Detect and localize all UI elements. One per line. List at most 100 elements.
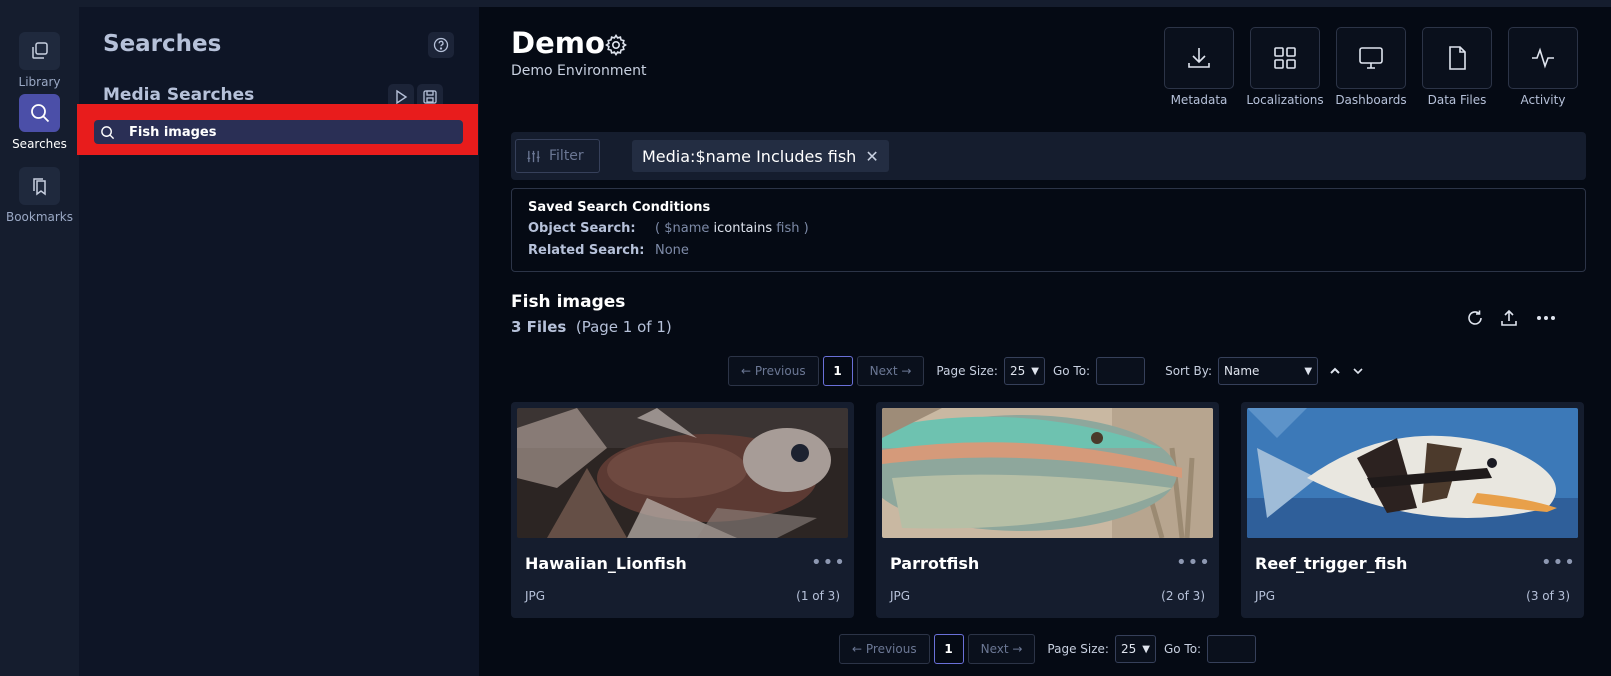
sort-label: Sort By: (1165, 364, 1213, 378)
dashboards-label: Dashboards (1335, 93, 1407, 107)
sort-descending-icon[interactable] (1351, 364, 1365, 378)
page-title: Demo (511, 26, 605, 60)
rail-item-searches[interactable]: Searches (0, 94, 79, 151)
goto-label: Go To: (1163, 642, 1202, 656)
search-item-label: Fish images (129, 124, 217, 140)
search-icon (101, 125, 115, 139)
filter-bar: Filter Media:$name Includes fish ✕ (511, 132, 1586, 180)
dashboards-button[interactable] (1336, 27, 1406, 89)
download-icon (1188, 48, 1210, 68)
previous-button[interactable]: ← Previous (839, 634, 930, 664)
metadata-label: Metadata (1170, 93, 1228, 107)
related-search-value: None (655, 243, 689, 258)
page-number[interactable]: 1 (933, 634, 964, 664)
activity-label: Activity (1520, 93, 1566, 107)
card-position: (2 of 3) (1161, 589, 1205, 603)
card-type: JPG (525, 589, 546, 603)
next-button[interactable]: Next → (856, 356, 925, 386)
refresh-icon (1468, 310, 1482, 325)
next-button[interactable]: Next → (967, 634, 1036, 664)
card-position: (1 of 3) (796, 589, 840, 603)
parrotfish-thumbnail[interactable] (882, 408, 1213, 538)
goto-label: Go To: (1052, 364, 1091, 378)
page-number[interactable]: 1 (822, 356, 853, 386)
save-icon (423, 90, 437, 104)
more-icon[interactable]: ••• (1176, 552, 1211, 573)
upload-icon (1501, 309, 1517, 326)
refresh-button[interactable] (1463, 306, 1487, 330)
help-button[interactable] (428, 32, 454, 58)
close-icon[interactable]: ✕ (865, 147, 878, 166)
help-icon (433, 37, 449, 53)
card-title: Parrotfish (890, 554, 980, 573)
sort-value: Name (1224, 364, 1260, 378)
page-size-label: Page Size: (936, 364, 998, 378)
play-plus-icon (396, 89, 408, 105)
grid-icon (1274, 47, 1296, 69)
more-icon[interactable]: ••• (1541, 552, 1576, 573)
export-button[interactable] (1497, 306, 1521, 330)
rail-item-bookmarks[interactable]: Bookmarks (0, 167, 79, 224)
media-card[interactable]: Hawaiian_Lionfish ••• JPG (1 of 3) (511, 402, 854, 618)
file-icon (1449, 46, 1466, 70)
sort-select[interactable]: Name ▼ (1218, 357, 1319, 385)
activity-icon (1532, 47, 1554, 69)
top-strip (0, 0, 1611, 7)
panel-title: Searches (103, 31, 222, 57)
filter-chip-label: Media:$name Includes fish (642, 146, 857, 166)
conditions-title: Saved Search Conditions (528, 200, 711, 215)
data-files-button[interactable] (1422, 27, 1492, 89)
card-type: JPG (890, 589, 911, 603)
activity-button[interactable] (1508, 27, 1578, 89)
goto-input[interactable] (1207, 635, 1257, 663)
page-info: (Page 1 of 1) (575, 318, 672, 336)
library-icon (19, 32, 60, 70)
reef-trigger-fish-thumbnail[interactable] (1247, 408, 1578, 538)
chevron-down-icon: ▼ (1142, 643, 1150, 655)
search-item-fish-images[interactable]: Fish images (94, 120, 463, 144)
media-card[interactable]: Reef_trigger_fish ••• JPG (3 of 3) (1241, 402, 1584, 618)
filter-button-label: Filter (549, 148, 584, 164)
goto-input[interactable] (1096, 357, 1146, 385)
more-button[interactable] (1534, 306, 1558, 330)
open-paren: ( (655, 221, 661, 236)
page-size-label: Page Size: (1047, 642, 1109, 656)
lionfish-thumbnail[interactable] (517, 408, 848, 538)
previous-button[interactable]: ← Previous (728, 356, 819, 386)
more-icon[interactable]: ••• (811, 552, 846, 573)
rail-label-bookmarks: Bookmarks (5, 210, 74, 224)
data-files-label: Data Files (1427, 93, 1487, 107)
rail-item-library[interactable]: Library (0, 32, 79, 89)
media-card[interactable]: Parrotfish ••• JPG (2 of 3) (876, 402, 1219, 618)
metadata-button[interactable] (1164, 27, 1234, 89)
localizations-button[interactable] (1250, 27, 1320, 89)
page-size-value: 25 (1120, 642, 1137, 656)
card-title: Hawaiian_Lionfish (525, 554, 687, 573)
filter-chip: Media:$name Includes fish ✕ (632, 140, 889, 172)
related-search-label: Related Search: (528, 243, 645, 258)
condition-field: $name (664, 221, 710, 236)
more-icon (1537, 316, 1555, 320)
sort-ascending-icon[interactable] (1328, 364, 1342, 378)
page-size-select[interactable]: 25 ▼ (1003, 357, 1045, 385)
object-search-label: Object Search: (528, 221, 636, 236)
page-subtitle: Demo Environment (511, 63, 647, 79)
rail-label-searches: Searches (12, 137, 67, 151)
card-title: Reef_trigger_fish (1255, 554, 1408, 573)
chevron-down-icon: ▼ (1304, 365, 1313, 377)
pagination-bottom: ← Previous 1 Next → Page Size: 25 ▼ Go T… (839, 634, 1257, 664)
file-count: 3 Files (Page 1 of 1) (511, 318, 672, 336)
sliders-icon (527, 150, 540, 162)
saved-search-conditions: Saved Search Conditions Object Search: (… (511, 188, 1586, 272)
pagination-top: ← Previous 1 Next → Page Size: 25 ▼ Go T… (728, 356, 1365, 386)
monitor-icon (1359, 47, 1383, 69)
gear-icon[interactable] (604, 33, 628, 57)
chevron-down-icon: ▼ (1031, 365, 1039, 377)
filter-button[interactable]: Filter (515, 139, 600, 173)
search-icon (19, 94, 60, 132)
icon-rail: Library Searches Bookmarks (0, 7, 79, 676)
page-size-select[interactable]: 25 ▼ (1114, 635, 1156, 663)
file-count-value: 3 Files (511, 318, 567, 336)
close-paren: ) (803, 221, 809, 236)
page-size-value: 25 (1009, 364, 1026, 378)
